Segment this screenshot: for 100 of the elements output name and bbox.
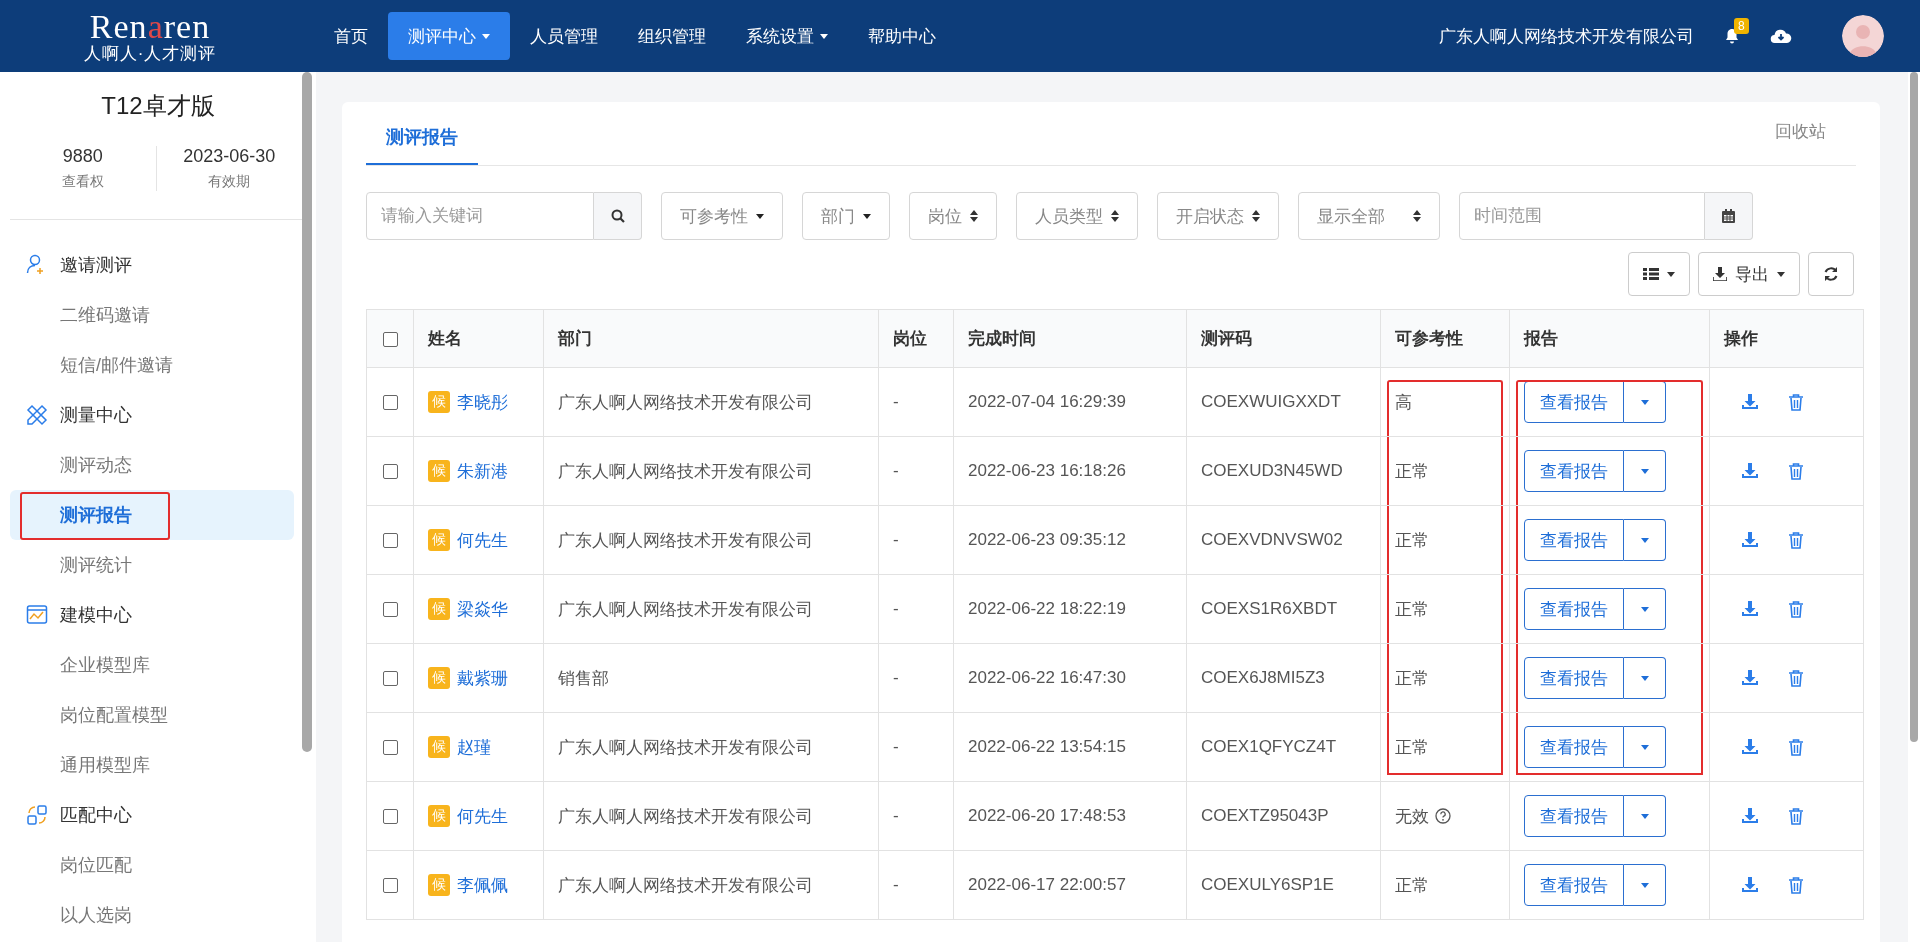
filter-dropdown[interactable]: 显示全部 [1298,192,1440,240]
person-name-link[interactable]: 赵瑾 [457,735,491,759]
column-header: 姓名 [413,309,544,368]
menu-group[interactable]: 邀请测评 [0,240,316,290]
trash-icon[interactable] [1788,738,1804,756]
sidebar-item[interactable]: 以人选岗 [10,890,294,940]
select-all-checkbox[interactable] [382,331,398,347]
scrollbar[interactable] [1908,72,1920,942]
row-checkbox[interactable] [382,533,398,548]
filter-dropdown[interactable]: 开启状态 [1157,192,1279,240]
sidebar-item[interactable]: 测评动态 [10,440,294,490]
sidebar-item[interactable]: 测评报告 [10,490,294,540]
person-name-link[interactable]: 朱新港 [457,459,508,483]
nav-item[interactable]: 组织管理 [618,12,726,60]
view-report-button[interactable]: 查看报告 [1524,450,1624,492]
search-button[interactable] [594,192,642,240]
report-dropdown-button[interactable] [1624,381,1666,423]
download-icon[interactable] [1742,808,1758,824]
trash-icon[interactable] [1788,531,1804,549]
reference-value: 正常 [1395,736,1429,759]
view-report-button[interactable]: 查看报告 [1524,381,1624,423]
tab[interactable]: 测评报告 [366,125,478,165]
person-name-link[interactable]: 李佩佩 [457,873,508,897]
sidebar-item[interactable]: 通用模型库 [10,740,294,790]
column-header: 测评码 [1186,309,1381,368]
download-icon[interactable] [1742,601,1758,617]
sidebar-item[interactable]: 岗位配置模型 [10,690,294,740]
download-icon[interactable] [1742,532,1758,548]
export-button[interactable]: 导出 [1698,252,1800,296]
nav-item[interactable]: 人员管理 [510,12,618,60]
table-cell: 2022-06-22 16:47:30 [953,643,1187,713]
nav-item[interactable]: 测评中心 [388,12,510,60]
table-cell: - [878,643,954,713]
caret-icon [1777,271,1785,277]
person-name-link[interactable]: 梁焱华 [457,597,508,621]
calendar-button[interactable] [1705,192,1753,240]
row-checkbox[interactable] [382,671,398,686]
download-icon[interactable] [1742,877,1758,893]
cloud-download-icon[interactable] [1770,28,1792,44]
row-checkbox[interactable] [382,464,398,479]
download-icon[interactable] [1742,394,1758,410]
filter-dropdown[interactable]: 岗位 [909,192,997,240]
view-report-button[interactable]: 查看报告 [1524,795,1624,837]
nav-item[interactable]: 系统设置 [726,12,848,60]
trash-icon[interactable] [1788,393,1804,411]
search-field[interactable]: 请输入关键词 [366,192,594,240]
view-report-button[interactable]: 查看报告 [1524,657,1624,699]
filter-dropdown[interactable]: 可参考性 [661,192,783,240]
trash-icon[interactable] [1788,669,1804,687]
row-checkbox[interactable] [382,740,398,755]
reference-value: 正常 [1395,460,1429,483]
date-range-field[interactable]: 时间范围 [1459,192,1705,240]
report-dropdown-button[interactable] [1624,726,1666,768]
menu-group[interactable]: 建模中心 [0,590,316,640]
trash-icon[interactable] [1788,600,1804,618]
report-dropdown-button[interactable] [1624,450,1666,492]
scrollbar[interactable] [302,72,312,752]
report-dropdown-button[interactable] [1624,657,1666,699]
filter-dropdown[interactable]: 人员类型 [1016,192,1138,240]
sidebar-item[interactable]: 短信/邮件邀请 [10,340,294,390]
report-dropdown-button[interactable] [1624,864,1666,906]
download-icon[interactable] [1742,739,1758,755]
person-name-link[interactable]: 何先生 [457,804,508,828]
table-cell: - [878,850,954,920]
view-report-button[interactable]: 查看报告 [1524,726,1624,768]
reference-value: 高 [1395,391,1412,414]
table-cell: 2022-06-22 18:22:19 [953,574,1187,644]
sidebar-item[interactable]: 岗位匹配 [10,840,294,890]
nav-item[interactable]: 帮助中心 [848,12,956,60]
download-icon[interactable] [1742,463,1758,479]
recycle-bin-link[interactable]: 回收站 [1775,120,1856,165]
filter-dropdown[interactable]: 部门 [802,192,890,240]
person-name-link[interactable]: 何先生 [457,528,508,552]
row-checkbox[interactable] [382,602,398,617]
report-dropdown-button[interactable] [1624,588,1666,630]
menu-group[interactable]: 匹配中心 [0,790,316,840]
download-icon[interactable] [1742,670,1758,686]
report-dropdown-button[interactable] [1624,795,1666,837]
menu-group[interactable]: 测量中心 [0,390,316,440]
sidebar-item[interactable]: 二维码邀请 [10,290,294,340]
person-name-link[interactable]: 戴紫珊 [457,666,508,690]
avatar[interactable] [1842,15,1884,57]
trash-icon[interactable] [1788,807,1804,825]
row-checkbox[interactable] [382,809,398,824]
table-cell: COEXULY6SP1E [1186,850,1381,920]
row-checkbox[interactable] [382,878,398,893]
view-report-button[interactable]: 查看报告 [1524,519,1624,561]
trash-icon[interactable] [1788,876,1804,894]
sidebar-item[interactable]: 测评统计 [10,540,294,590]
person-name-link[interactable]: 李晓彤 [457,390,508,414]
notification-badge: 8 [1734,18,1749,34]
trash-icon[interactable] [1788,462,1804,480]
view-report-button[interactable]: 查看报告 [1524,588,1624,630]
refresh-button[interactable] [1808,252,1854,296]
nav-item[interactable]: 首页 [314,12,388,60]
report-dropdown-button[interactable] [1624,519,1666,561]
columns-button[interactable] [1628,252,1690,296]
sidebar-item[interactable]: 企业模型库 [10,640,294,690]
row-checkbox[interactable] [382,395,398,410]
view-report-button[interactable]: 查看报告 [1524,864,1624,906]
